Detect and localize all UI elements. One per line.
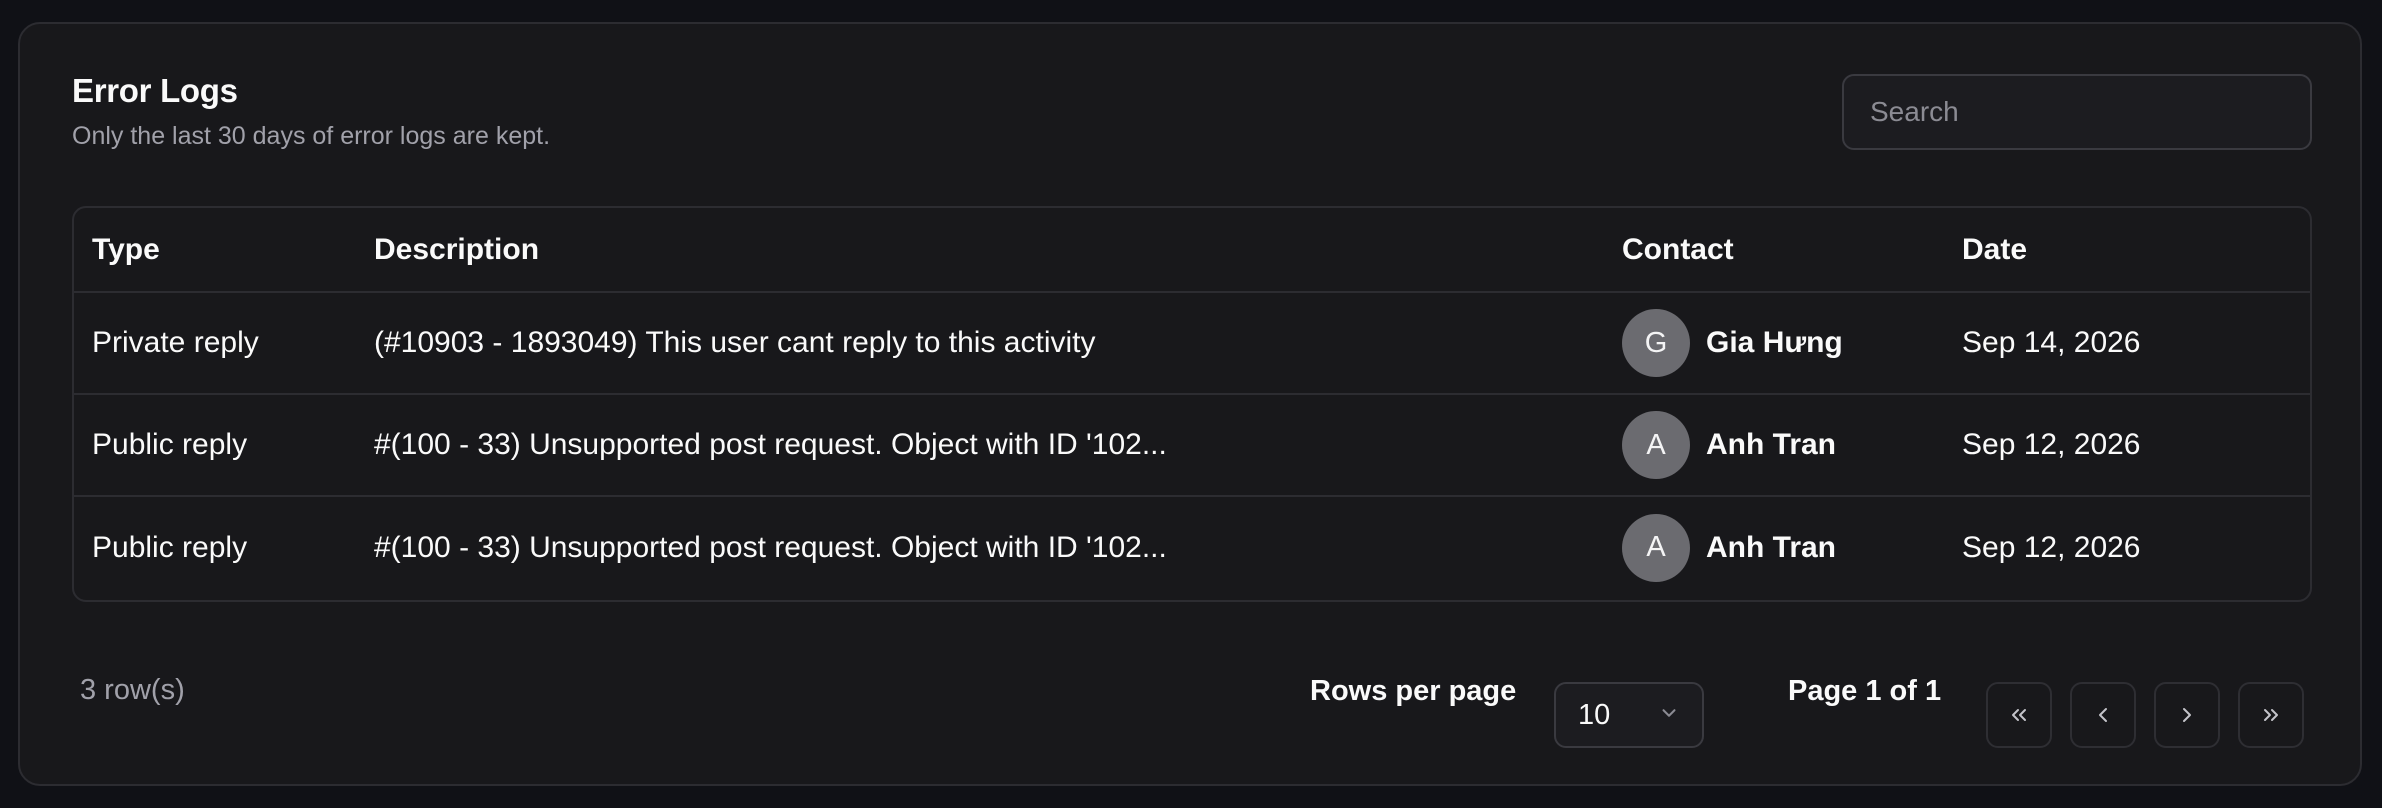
column-header-type: Type (74, 208, 356, 293)
chevrons-right-icon (2259, 703, 2283, 727)
cell-date: Sep 12, 2026 (1944, 495, 2310, 598)
table-row[interactable]: Public reply #(100 - 33) Unsupported pos… (74, 495, 2310, 598)
cell-date: Sep 14, 2026 (1962, 326, 2141, 359)
avatar: G (1622, 309, 1690, 377)
cell-date: Sep 12, 2026 (1944, 393, 2310, 496)
cell-contact: A Anh Tran (1604, 393, 1944, 496)
contact-name: Gia Hưng (1706, 326, 1843, 359)
last-page-button[interactable] (2238, 682, 2304, 748)
row-count: 3 row(s) (80, 674, 185, 706)
page-info: Page 1 of 1 (1788, 675, 1942, 707)
cell-contact: G Gia Hưng (1604, 292, 1944, 394)
table-row[interactable]: Private reply (#10903 - 1893049) This us… (74, 292, 2310, 394)
column-header-description: Description (356, 208, 1604, 293)
search-input[interactable] (1842, 74, 2312, 150)
next-page-button[interactable] (2154, 682, 2220, 748)
cell-description: (#10903 - 1893049) This user cant reply … (374, 326, 1096, 359)
chevrons-left-icon (2007, 703, 2031, 727)
cell-description: #(100 - 33) Unsupported post request. Ob… (356, 393, 1604, 496)
contact-name: Anh Tran (1706, 428, 1837, 461)
first-page-button[interactable] (1986, 682, 2052, 748)
cell-description: #(100 - 33) Unsupported post request. Ob… (356, 495, 1604, 598)
contact[interactable]: A Anh Tran (1622, 411, 1944, 479)
table-row[interactable]: Public reply #(100 - 33) Unsupported pos… (74, 393, 2310, 496)
rows-per-page-label: Rows per page (1310, 675, 1517, 707)
previous-page-button[interactable] (2070, 682, 2136, 748)
avatar: A (1622, 411, 1690, 479)
avatar: A (1622, 513, 1690, 582)
table-header-row: Type Description Contact Date (74, 208, 2310, 293)
rows-per-page-select[interactable]: 10 (1554, 682, 1704, 748)
cell-type: Public reply (74, 393, 356, 496)
contact[interactable]: A Anh Tran (1622, 513, 1944, 582)
column-header-contact: Contact (1604, 208, 1944, 293)
contact-name: Anh Tran (1706, 530, 1837, 564)
error-logs-table: Type Description Contact Date Private re… (72, 206, 2312, 602)
page-title: Error Logs (72, 72, 238, 109)
cell-type: Private reply (92, 326, 259, 359)
chevron-down-icon (1658, 699, 1680, 732)
cell-contact: A Anh Tran (1604, 495, 1944, 598)
contact[interactable]: G Gia Hưng (1622, 309, 1944, 377)
cell-type: Public reply (74, 495, 356, 598)
rows-per-page-value: 10 (1578, 698, 1611, 731)
chevron-right-icon (2175, 703, 2199, 727)
chevron-left-icon (2091, 703, 2115, 727)
error-logs-card: Error Logs Only the last 30 days of erro… (18, 22, 2362, 786)
column-header-date: Date (1944, 208, 2310, 293)
page-subtitle: Only the last 30 days of error logs are … (72, 122, 551, 150)
